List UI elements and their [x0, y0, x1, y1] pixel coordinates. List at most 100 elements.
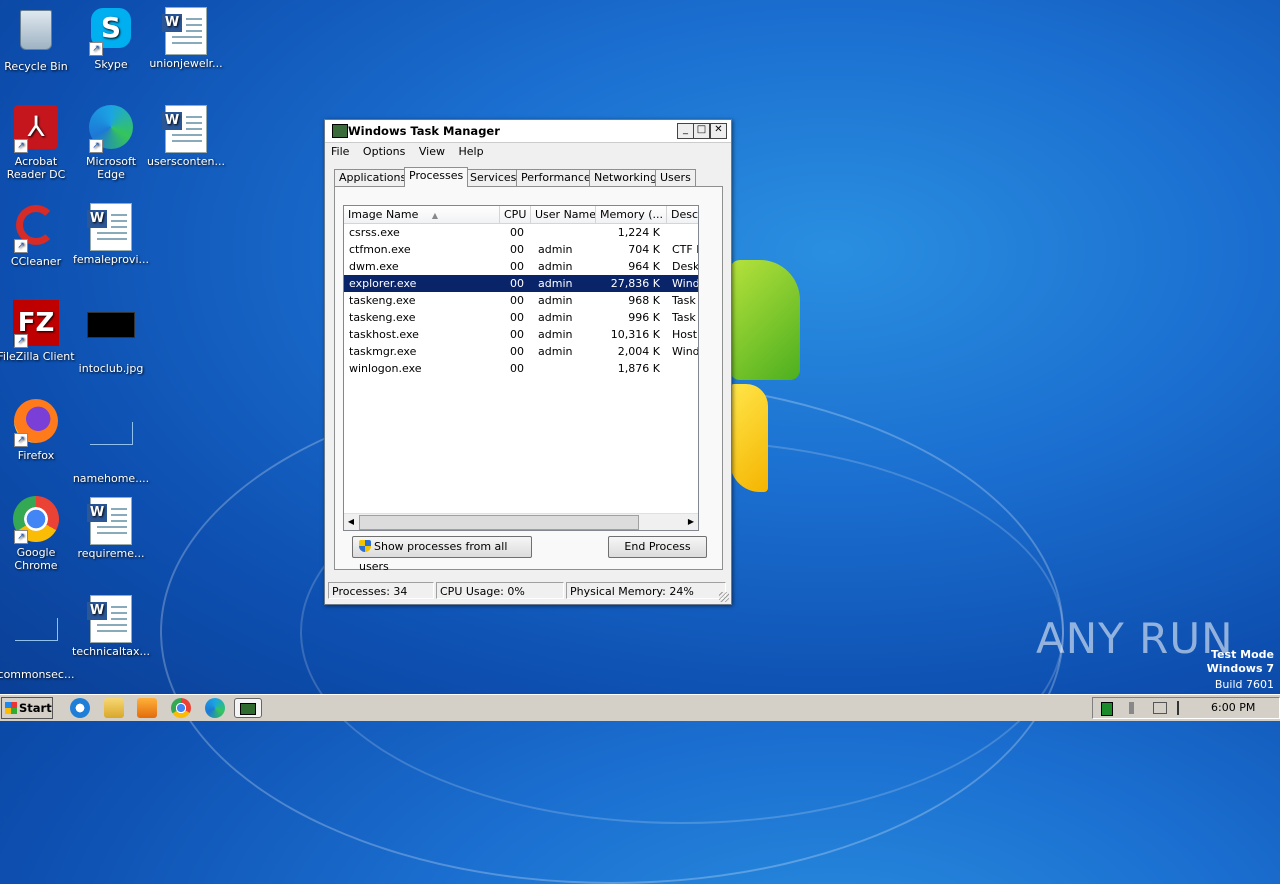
menu-file[interactable]: File: [331, 143, 349, 161]
menu-bar: File Options View Help: [325, 143, 731, 161]
chrome-icon: ↗: [12, 496, 60, 544]
clock[interactable]: 6:00 PM: [1211, 701, 1255, 714]
process-row[interactable]: csrss.exe 00 1,224 K: [344, 224, 698, 241]
desktop-icon-skype[interactable]: S ↗ Skype: [72, 6, 150, 71]
process-cell-cpu: 00: [510, 260, 524, 273]
display-tray-icon[interactable]: [1153, 702, 1167, 714]
column-description[interactable]: Desc: [667, 206, 698, 223]
desktop-icon-requireme[interactable]: W requireme...: [72, 496, 150, 560]
menu-help[interactable]: Help: [458, 143, 483, 161]
task-manager-taskbar-icon[interactable]: [234, 698, 262, 718]
minimize-button[interactable]: _: [677, 123, 694, 139]
process-cell-user: admin: [538, 311, 573, 324]
process-row[interactable]: winlogon.exe 00 1,876 K: [344, 360, 698, 377]
desktop-icon-commonsec[interactable]: commonsec...: [0, 594, 75, 681]
shield-icon: [359, 540, 371, 552]
process-row[interactable]: taskeng.exe 00 admin 996 K Task: [344, 309, 698, 326]
process-list[interactable]: Image Name ▲ CPU User Name Memory (... D…: [343, 205, 699, 531]
watermark-build: Build 7601: [1214, 678, 1274, 691]
volume-tray-icon[interactable]: [1129, 702, 1141, 714]
desktop-icon-firefox[interactable]: ↗ Firefox: [0, 398, 75, 462]
tab-users[interactable]: Users: [655, 169, 696, 186]
desktop-icon-femaleprovi[interactable]: W femaleprovi...: [72, 202, 150, 266]
process-row[interactable]: dwm.exe 00 admin 964 K Desk: [344, 258, 698, 275]
end-process-button[interactable]: End Process: [608, 536, 707, 558]
task-manager-icon: [332, 124, 348, 138]
process-cell-cpu: 00: [510, 345, 524, 358]
process-cell-cpu: 00: [510, 311, 524, 324]
desktop-icon-technicaltax[interactable]: W technicaltax...: [72, 594, 150, 658]
process-row[interactable]: taskhost.exe 00 admin 10,316 K Host: [344, 326, 698, 343]
desktop-icon-edge[interactable]: ↗ Microsoft Edge: [72, 104, 150, 181]
maximize-button[interactable]: □: [693, 123, 710, 139]
process-cell-mem: 27,836 K: [610, 277, 660, 290]
tab-applications[interactable]: Applications: [334, 169, 412, 186]
status-cpu-usage: CPU Usage: 0%: [436, 582, 564, 599]
windows-flag-icon: [5, 702, 17, 714]
process-row[interactable]: taskeng.exe 00 admin 968 K Task: [344, 292, 698, 309]
scroll-right-icon[interactable]: ▶: [684, 515, 698, 529]
network-tray-icon[interactable]: [1101, 702, 1113, 716]
word-document-icon: W: [162, 7, 210, 55]
column-cpu[interactable]: CPU: [500, 206, 531, 223]
process-list-header: Image Name ▲ CPU User Name Memory (... D…: [344, 206, 698, 224]
process-cell-name: explorer.exe: [349, 277, 417, 290]
process-cell-desc: CTF L: [672, 243, 698, 256]
start-button[interactable]: Start: [1, 697, 53, 719]
action-center-flag-icon[interactable]: [1177, 701, 1189, 715]
process-cell-name: taskhost.exe: [349, 328, 419, 341]
word-document-icon: W: [87, 595, 135, 643]
watermark-windows-7: Windows 7: [1206, 662, 1274, 675]
desktop-icon-namehome[interactable]: namehome....: [72, 398, 150, 485]
process-cell-user: admin: [538, 345, 573, 358]
process-cell-mem: 10,316 K: [610, 328, 660, 341]
tab-services[interactable]: Services: [465, 169, 522, 186]
word-document-icon: W: [87, 203, 135, 251]
desktop-icon-ccleaner[interactable]: ↗ CCleaner: [0, 202, 75, 268]
chrome-taskbar-icon[interactable]: [171, 698, 191, 718]
process-cell-user: admin: [538, 277, 573, 290]
process-row[interactable]: taskmgr.exe 00 admin 2,004 K Wind: [344, 343, 698, 360]
edge-taskbar-icon[interactable]: [205, 698, 225, 718]
window-title: Windows Task Manager: [348, 124, 500, 138]
ccleaner-icon: ↗: [12, 205, 60, 253]
file-explorer-icon[interactable]: [104, 698, 124, 718]
desktop-icon-recycle-bin[interactable]: Recycle Bin: [0, 6, 75, 73]
desktop-icon-filezilla[interactable]: FZ ↗ FileZilla Client: [0, 300, 75, 363]
tab-networking[interactable]: Networking: [589, 169, 662, 186]
watermark-test-mode: Test Mode: [1211, 648, 1274, 661]
desktop-icon-intoclub[interactable]: intoclub.jpg: [72, 300, 150, 375]
tab-processes[interactable]: Processes: [404, 167, 469, 187]
column-user-name[interactable]: User Name: [531, 206, 596, 223]
menu-view[interactable]: View: [419, 143, 445, 161]
column-memory[interactable]: Memory (...: [596, 206, 667, 223]
blank-file-icon: [12, 618, 60, 666]
internet-explorer-icon[interactable]: [70, 698, 90, 718]
column-image-name[interactable]: Image Name ▲: [344, 206, 500, 223]
scroll-left-icon[interactable]: ◀: [344, 515, 358, 529]
desktop-icon-acrobat[interactable]: ⅄ ↗ Acrobat Reader DC: [0, 104, 75, 181]
show-all-users-button[interactable]: Show processes from all users: [352, 536, 532, 573]
edge-icon: ↗: [87, 105, 135, 153]
process-cell-name: ctfmon.exe: [349, 243, 411, 256]
horizontal-scrollbar[interactable]: ◀ ▶: [344, 513, 698, 530]
task-manager-window[interactable]: Windows Task Manager _ □ ✕ File Options …: [324, 119, 732, 605]
process-row[interactable]: explorer.exe 00 admin 27,836 K Wind: [344, 275, 698, 292]
skype-icon: S ↗: [87, 8, 135, 56]
resize-grip-icon[interactable]: [719, 592, 729, 602]
desktop-icon-userscontent[interactable]: W usersconten...: [147, 104, 225, 168]
process-cell-cpu: 00: [510, 328, 524, 341]
windows-logo-yellow: [730, 384, 768, 492]
media-player-icon[interactable]: [137, 698, 157, 718]
title-bar[interactable]: Windows Task Manager _ □ ✕: [325, 120, 731, 143]
desktop-icon-unionjewelr[interactable]: W unionjewelr...: [147, 6, 225, 70]
word-document-icon: W: [87, 497, 135, 545]
process-cell-cpu: 00: [510, 294, 524, 307]
tab-performance[interactable]: Performance: [516, 169, 596, 186]
image-file-icon: [87, 312, 135, 360]
close-button[interactable]: ✕: [710, 123, 727, 139]
process-row[interactable]: ctfmon.exe 00 admin 704 K CTF L: [344, 241, 698, 258]
scrollbar-thumb[interactable]: [359, 515, 639, 530]
desktop-icon-chrome[interactable]: ↗ Google Chrome: [0, 496, 75, 572]
menu-options[interactable]: Options: [363, 143, 405, 161]
